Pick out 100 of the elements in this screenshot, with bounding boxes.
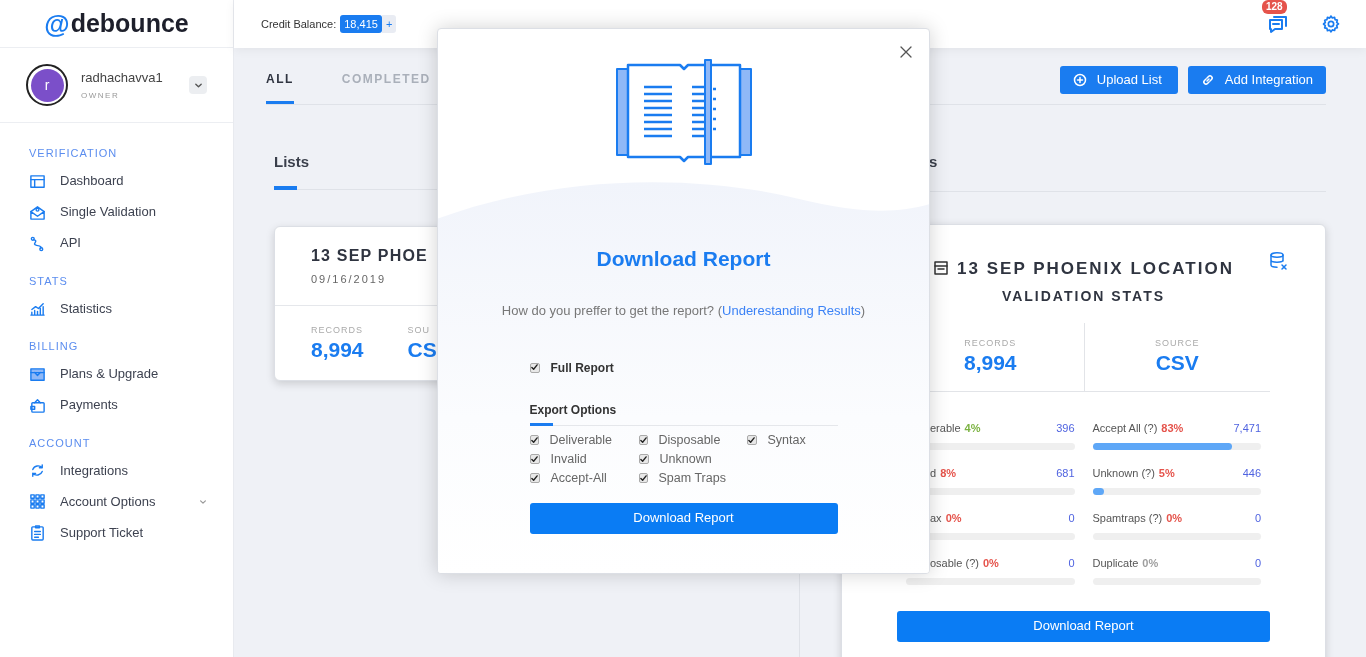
tab[interactable]: ALL [266,57,294,104]
stat-label: RECORDS [964,337,1017,350]
metric-percent: 83% [1161,421,1184,437]
sidebar-item[interactable]: Single Validation [29,196,204,228]
metric-count: 7,471 [1233,421,1261,437]
checkbox[interactable] [746,435,757,445]
metric-count: 0 [1068,511,1075,527]
metric-percent: 8% [940,466,957,482]
metric-count: 0 [1068,556,1075,572]
metric-label: d [930,466,937,482]
refresh-icon [29,462,46,479]
credit-badge: 18,415 [340,14,382,34]
metric-count: 446 [1242,466,1261,482]
list-date: 09/16/2019 [311,271,388,287]
checkbox-label: Deliverable [549,431,613,449]
check-icon [640,455,647,463]
settings-icon [1321,14,1341,34]
credit-label: Credit Balance: [261,16,337,32]
envelope-icon [29,203,46,221]
database-icon [1268,250,1288,271]
clipboard-icon [29,524,46,541]
sidebar-item[interactable]: Dashboard [29,165,204,197]
checkbox[interactable] [638,473,648,483]
settings-button[interactable] [1320,13,1342,35]
checkbox[interactable] [529,435,539,445]
stat-value: 8,994 [963,350,1017,375]
section-heading: Lists [274,152,309,172]
sidebar-item[interactable]: Account Options [29,486,204,517]
stat-label: SOURCE [1155,337,1200,350]
plus-circle-icon [1072,73,1087,87]
section-title: STATS [29,273,69,289]
check-icon [530,436,538,444]
stat-label: SOU [407,324,432,337]
metric-label: Accept All (?) [1092,421,1158,437]
metric-count: 396 [1056,421,1075,437]
action-button[interactable]: Upload List [1059,66,1178,94]
metric-count: 0 [1254,556,1261,572]
check-icon [639,474,647,482]
metric-label: Spamtraps (?) [1092,511,1163,527]
layout-icon [29,172,46,190]
metric-label: Duplicate [1092,556,1139,572]
logo-mark: @ [44,10,70,37]
metric-percent: 0% [1166,511,1183,527]
sidebar-item[interactable]: API [29,227,204,259]
tray-icon [29,365,46,383]
card-subtitle: VALIDATION STATS [1000,287,1167,306]
logo-text: debounce [70,11,189,36]
section-title: BILLING [29,339,80,354]
modal-title: Download Report [596,246,771,272]
results-link[interactable]: Underestanding Results [722,302,861,318]
action-button[interactable]: Add Integration [1187,66,1326,94]
route-icon [29,234,46,252]
metric-label: osable (?) [930,556,979,572]
section-title: VERIFICATION [29,146,119,161]
metric-label: erable [930,421,961,437]
metric-label: ax [930,511,942,527]
list-name: 13 SEP PHOENIX LOCATION [957,257,1234,280]
export-button[interactable] [1268,250,1288,271]
metric-percent: 0% [1142,556,1159,572]
checkbox-label: Invalid [550,450,587,468]
check-icon [639,436,647,444]
stat-label: RECORDS [311,324,364,337]
wallet-icon [29,396,46,414]
list-name: 13 SEP PHOE [311,245,429,266]
user-role: OWNER [81,89,121,102]
expand-toggle[interactable] [199,497,207,506]
checkbox[interactable] [638,454,649,464]
checkbox-label: Accept-All [550,469,607,487]
download-report-button[interactable]: Download Report [897,610,1270,642]
avatar[interactable]: r [26,64,68,106]
section-heading: Export Options [529,401,617,419]
metric-label: Unknown (?) [1092,466,1155,482]
metric-count: 0 [1254,511,1261,527]
close-button[interactable] [899,45,913,59]
chat-icon [1267,13,1289,35]
metric-percent: 0% [982,556,999,572]
checkbox[interactable] [638,435,648,445]
notification-count: 128 [1262,0,1287,14]
grid-icon [29,493,46,510]
metric-percent: 0% [945,511,962,527]
sidebar-item[interactable]: Payments [29,389,204,421]
checkbox[interactable] [529,454,540,464]
sidebar-item[interactable]: Plans & Upgrade [29,358,204,390]
checkbox-label: Unknown [659,450,712,468]
archive-icon [933,260,950,277]
check-icon [748,436,755,444]
section-title: ACCOUNT [29,435,92,451]
download-report-button[interactable]: Download Report [529,502,838,534]
metric-percent: 5% [1158,466,1175,482]
sidebar-item[interactable]: Statistics [29,293,204,324]
stat-value: CS [407,337,437,362]
checkbox[interactable] [529,362,540,373]
checkbox[interactable] [529,473,540,483]
bar-chart-icon [29,300,46,317]
sidebar-item[interactable]: Integrations [29,455,204,486]
user-menu-button[interactable] [189,76,207,94]
stat-value: 8,994 [311,337,364,362]
link-icon [1200,73,1215,87]
check-icon [531,455,538,463]
sidebar-item[interactable]: Support Ticket [29,517,204,548]
